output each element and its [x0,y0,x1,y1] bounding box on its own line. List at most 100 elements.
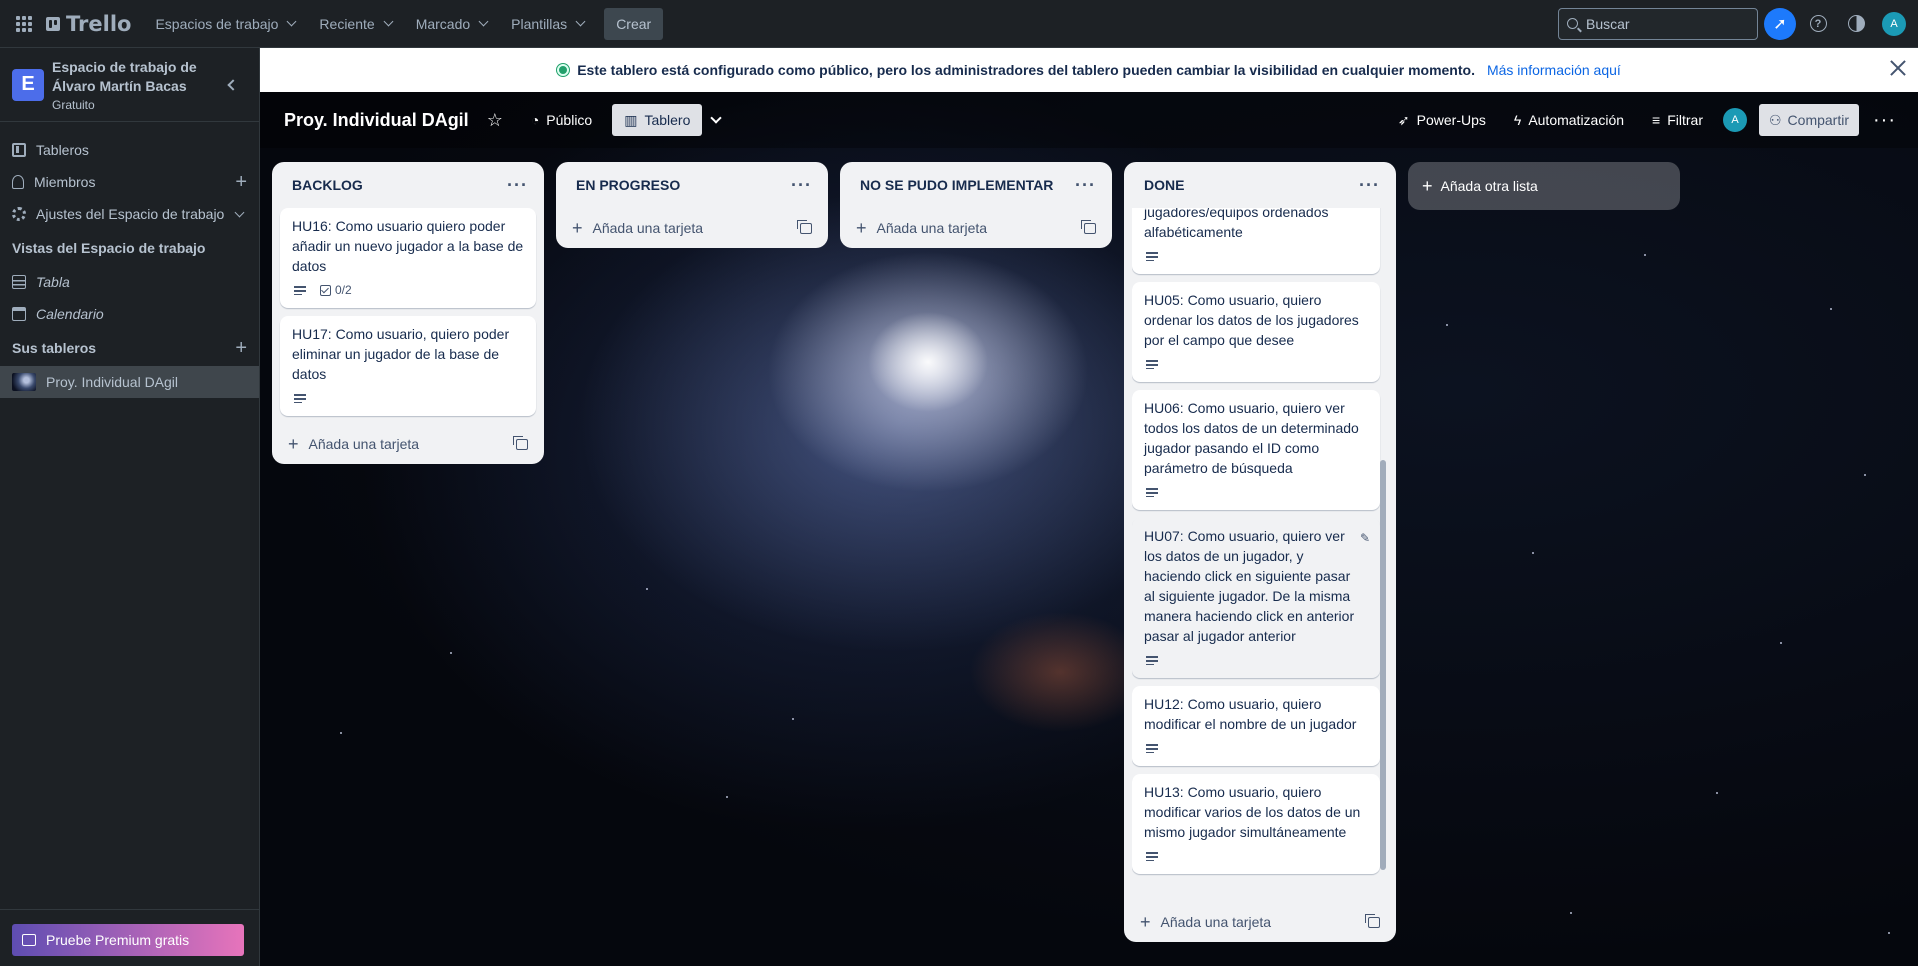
list-title[interactable]: BACKLOG [292,177,363,193]
automation-button[interactable]: ϟ Automatización [1502,104,1636,136]
nav-templates[interactable]: Plantillas [499,8,596,40]
theme-button[interactable] [1840,8,1872,40]
filter-label: Filtrar [1667,112,1703,128]
search-icon [1567,18,1578,29]
globe-icon: ◔ [530,112,540,128]
add-card-button[interactable]: + Añada una tarjeta [280,424,536,464]
automation-icon: ϟ [1513,112,1522,128]
plus-icon: + [1422,175,1433,196]
sidebar-board-proy-individual[interactable]: Proy. Individual DAgil [0,366,259,398]
star-icon[interactable]: ☆ [487,110,503,131]
trello-logo-text: Trello [66,11,132,36]
more-icon[interactable]: ··· [791,175,812,196]
powerups-icon: ➶ [1397,111,1410,128]
card[interactable]: HU12: Como usuario, quiero modificar el … [1132,686,1380,766]
template-icon[interactable] [513,435,528,450]
top-navigation-bar: Trello Espacios de trabajo Reciente Marc… [0,0,1918,48]
notification-icon[interactable]: ➚ [1764,7,1796,40]
card[interactable]: HU16: Como usuario quiero poder añadir u… [280,208,536,308]
description-icon [1146,743,1158,753]
board-icon [12,143,26,157]
card[interactable]: HU13: Como usuario, quiero modificar var… [1132,774,1380,874]
close-icon[interactable] [1888,58,1908,78]
powerups-button[interactable]: ➶ Power-Ups [1386,104,1498,136]
background-star [1446,324,1448,326]
nav-starred[interactable]: Marcado [404,8,499,40]
search-input[interactable]: Buscar [1558,7,1758,40]
chevron-down-icon [286,16,297,27]
add-card-button[interactable]: + Añada una tarjeta [1132,902,1388,942]
visibility-label: Público [546,112,593,128]
card-title: HU13: Como usuario, quiero modificar var… [1144,784,1361,840]
card-title: HU07: Como usuario, quiero ver los datos… [1144,528,1355,644]
template-icon[interactable] [797,219,812,234]
sidebar-item-boards[interactable]: Tableros [0,134,259,166]
account-button[interactable]: A [1878,8,1910,40]
list-header[interactable]: NO SE PUDO IMPLEMENTAR ··· [848,162,1104,208]
powerups-label: Power-Ups [1416,112,1486,128]
list-title[interactable]: DONE [1144,177,1184,193]
card[interactable]: HU05: Como usuario, quiero ordenar los d… [1132,282,1380,382]
list-cards-scroll[interactable]: jugadores/equipos ordenados alfabéticame… [1132,208,1388,902]
card-badges [292,388,524,408]
add-member-icon[interactable]: + [235,171,247,194]
workspace-name[interactable]: Espacio de trabajo de Álvaro Martín Baca… [52,58,212,96]
sidebar-item-calendar[interactable]: Calendario [0,298,259,330]
card-title: HU06: Como usuario, quiero ver todos los… [1144,400,1359,476]
more-icon[interactable]: ··· [1863,109,1906,132]
sidebar-item-table[interactable]: Tabla [0,266,259,298]
add-card-button[interactable]: + Añada una tarjeta [564,208,820,248]
nav-recent[interactable]: Reciente [307,8,403,40]
avatar: A [1882,11,1906,36]
board-title[interactable]: Proy. Individual DAgil [284,110,469,131]
list-header[interactable]: DONE ··· [1132,162,1388,208]
more-icon[interactable]: ··· [1359,175,1380,196]
apps-grid-icon[interactable] [8,8,40,40]
checklist-count: 0/2 [335,283,352,297]
help-button[interactable]: ? [1802,8,1834,40]
card[interactable]: HU06: Como usuario, quiero ver todos los… [1132,390,1380,510]
template-icon[interactable] [1081,219,1096,234]
nav-workspaces[interactable]: Espacios de trabajo [143,8,307,40]
sidebar-item-label: Tabla [36,274,70,290]
board-view-button[interactable]: ▥ Tablero [612,104,703,136]
list-scrollbar[interactable] [1380,460,1386,870]
list-header[interactable]: BACKLOG ··· [280,162,536,208]
more-icon[interactable]: ··· [1075,175,1096,196]
sidebar-item-settings[interactable]: Ajustes del Espacio de trabajo [0,198,259,230]
card-title: jugadores/equipos ordenados alfabéticame… [1144,208,1329,240]
board-view-label: Tablero [644,112,691,128]
card[interactable]: HU17: Como usuario, quiero poder elimina… [280,316,536,416]
visibility-button[interactable]: ◔ Público [519,104,604,136]
add-card-button[interactable]: + Añada una tarjeta [848,208,1104,248]
chevron-down-icon[interactable] [710,112,723,124]
add-card-label: Añada una tarjeta [592,220,704,236]
workspace-logo[interactable]: E [12,68,44,101]
create-button[interactable]: Crear [604,7,664,40]
list-title[interactable]: NO SE PUDO IMPLEMENTAR [860,177,1053,193]
add-board-icon[interactable]: + [235,337,247,360]
trello-logo[interactable]: Trello [46,12,131,36]
more-info-link[interactable]: Más información aquí [1487,62,1621,78]
filter-button[interactable]: ≡ Filtrar [1640,104,1715,136]
sidebar-item-members[interactable]: Miembros + [0,166,259,198]
list-header[interactable]: EN PROGRESO ··· [564,162,820,208]
list-title[interactable]: EN PROGRESO [576,177,680,193]
collapse-sidebar-icon[interactable] [227,78,239,91]
more-icon[interactable]: ··· [507,175,528,196]
edit-icon[interactable]: ✎ [1360,528,1370,548]
nav-templates-label: Plantillas [511,15,568,32]
template-icon[interactable] [1365,913,1380,928]
calendar-icon [12,307,26,321]
share-button[interactable]: ⚇ Compartir [1758,104,1860,136]
card[interactable]: ✎ HU07: Como usuario, quiero ver los dat… [1132,518,1380,678]
nav-starred-label: Marcado [415,15,471,32]
theme-icon [1847,15,1865,32]
member-avatar[interactable]: A [1722,108,1747,132]
add-list-button[interactable]: + Añada otra lista [1408,162,1680,210]
try-premium-button[interactable]: Pruebe Premium gratis [12,924,244,956]
description-icon [1146,487,1158,497]
workspace-plan: Gratuito [52,97,95,112]
card-badges [1144,738,1368,758]
card[interactable]: jugadores/equipos ordenados alfabéticame… [1132,208,1380,274]
